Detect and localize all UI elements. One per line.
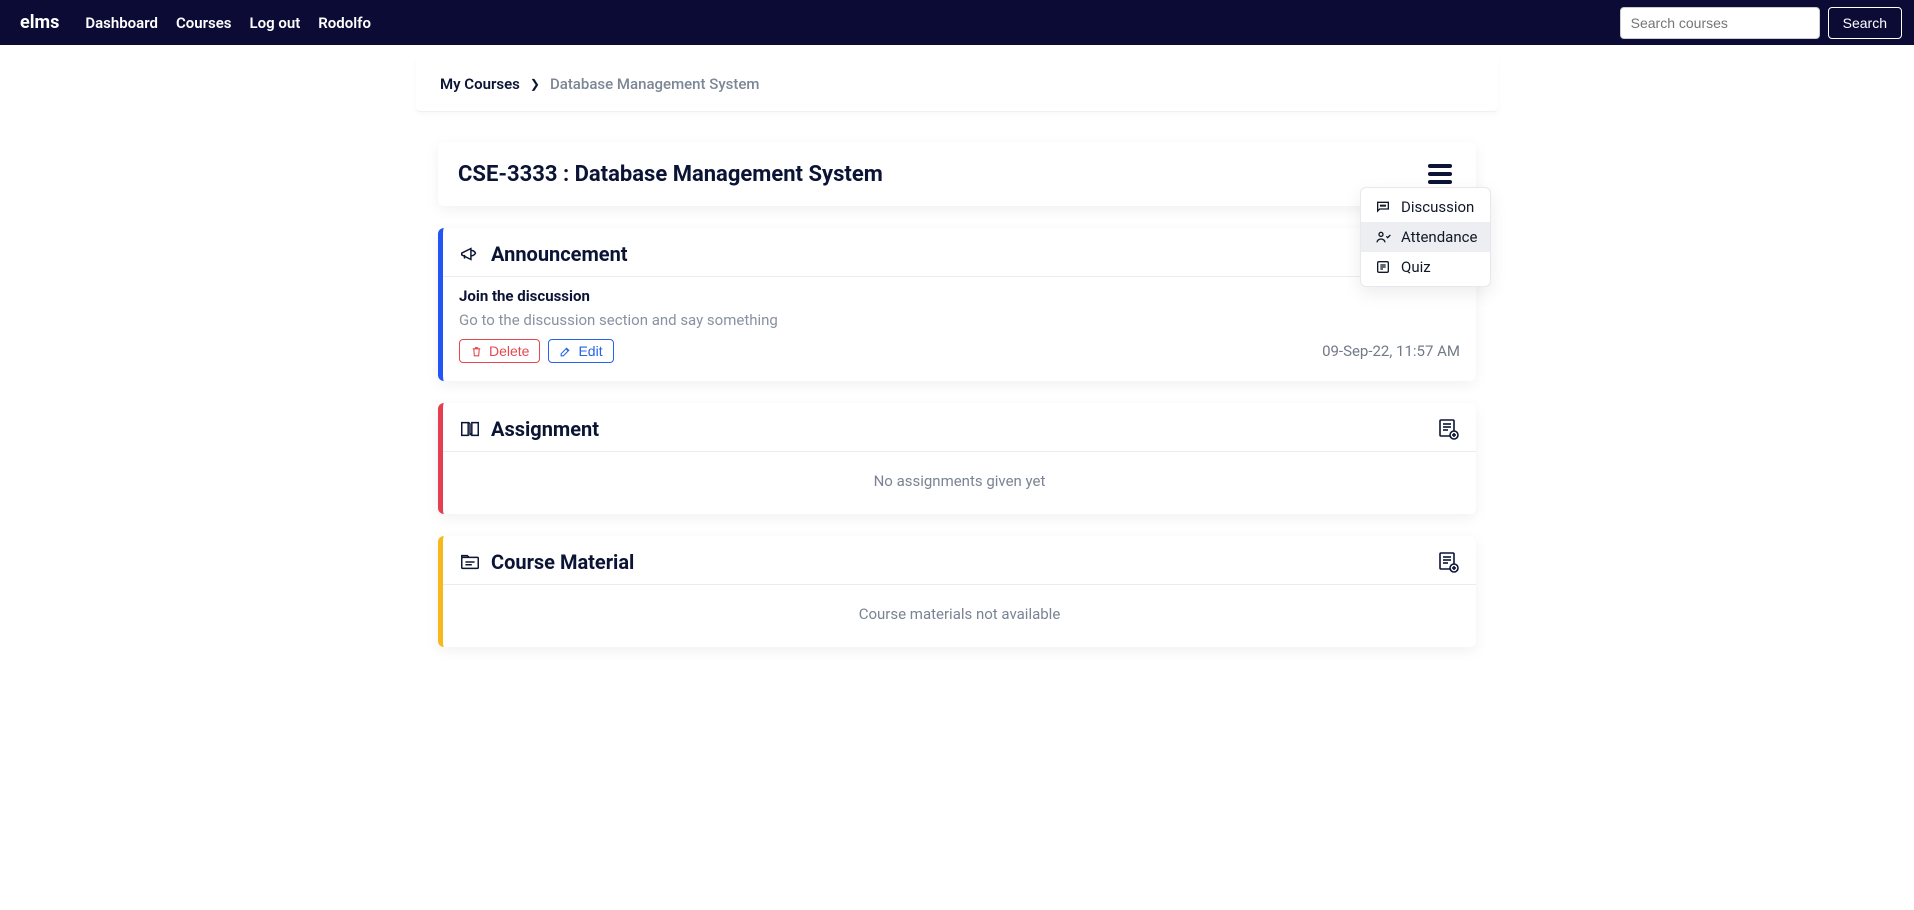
course-title: CSE-3333 : Database Management System — [458, 162, 883, 187]
edit-button[interactable]: Edit — [548, 339, 613, 363]
announcement-title: Join the discussion — [459, 287, 1460, 305]
menu-item-label: Attendance — [1401, 228, 1477, 246]
add-document-icon[interactable] — [1436, 550, 1460, 574]
edit-label: Edit — [578, 343, 602, 359]
person-check-icon — [1375, 229, 1391, 245]
announcement-actions: Delete Edit — [459, 339, 614, 363]
delete-button[interactable]: Delete — [459, 339, 540, 363]
material-heading: Course Material — [491, 550, 634, 574]
breadcrumb: My Courses ❯ Database Management System — [416, 57, 1498, 112]
course-menu-dropdown: Discussion Attendance Quiz — [1360, 187, 1491, 287]
assignment-head: Assignment — [443, 403, 1476, 452]
material-head: Course Material — [443, 536, 1476, 585]
nav-logout[interactable]: Log out — [250, 14, 301, 32]
menu-button[interactable] — [1424, 160, 1456, 188]
trash-icon — [470, 345, 483, 358]
menu-item-label: Quiz — [1401, 258, 1431, 276]
add-document-icon[interactable] — [1436, 417, 1460, 441]
breadcrumb-root[interactable]: My Courses — [440, 75, 520, 93]
hamburger-icon — [1428, 164, 1452, 168]
assignment-heading: Assignment — [491, 417, 599, 441]
navbar: elms Dashboard Courses Log out Rodolfo S… — [0, 0, 1914, 45]
nav-username[interactable]: Rodolfo — [318, 14, 371, 32]
folder-stack-icon — [459, 551, 481, 573]
edit-icon — [559, 345, 572, 358]
content: CSE-3333 : Database Management System Di… — [438, 142, 1476, 647]
search-button[interactable]: Search — [1828, 7, 1902, 39]
breadcrumb-current: Database Management System — [550, 75, 760, 93]
announcement-body: Join the discussion Go to the discussion… — [443, 287, 1476, 363]
chat-icon — [1375, 199, 1391, 215]
brand-logo[interactable]: elms — [20, 12, 59, 33]
menu-item-label: Discussion — [1401, 198, 1474, 216]
menu-item-quiz[interactable]: Quiz — [1361, 252, 1490, 282]
nav-dashboard[interactable]: Dashboard — [85, 14, 158, 32]
chevron-right-icon: ❯ — [530, 77, 540, 91]
material-card: Course Material Course materials not ava… — [438, 536, 1476, 647]
assignment-empty: No assignments given yet — [443, 462, 1476, 496]
announcement-head: Announcement — [443, 228, 1476, 277]
announcement-timestamp: 09-Sep-22, 11:57 AM — [1322, 342, 1460, 360]
search-input[interactable] — [1620, 7, 1820, 39]
announcement-footer: Delete Edit 09-Sep-22, 11:57 AM — [459, 339, 1460, 363]
megaphone-icon — [459, 243, 481, 265]
breadcrumb-container: My Courses ❯ Database Management System — [416, 57, 1498, 112]
assignment-card: Assignment No assignments given yet — [438, 403, 1476, 514]
announcement-card: Announcement Join the discussion Go to t… — [438, 228, 1476, 381]
book-open-icon — [459, 418, 481, 440]
menu-item-discussion[interactable]: Discussion — [1361, 192, 1490, 222]
menu-item-attendance[interactable]: Attendance — [1361, 222, 1490, 252]
list-icon — [1375, 259, 1391, 275]
announcement-heading: Announcement — [491, 242, 628, 266]
nav-left: elms Dashboard Courses Log out Rodolfo — [20, 12, 371, 33]
delete-label: Delete — [489, 343, 529, 359]
nav-right: Search — [1620, 7, 1902, 39]
material-empty: Course materials not available — [443, 595, 1476, 629]
announcement-description: Go to the discussion section and say som… — [459, 311, 1460, 329]
course-header: CSE-3333 : Database Management System Di… — [438, 142, 1476, 206]
nav-courses[interactable]: Courses — [176, 14, 232, 32]
